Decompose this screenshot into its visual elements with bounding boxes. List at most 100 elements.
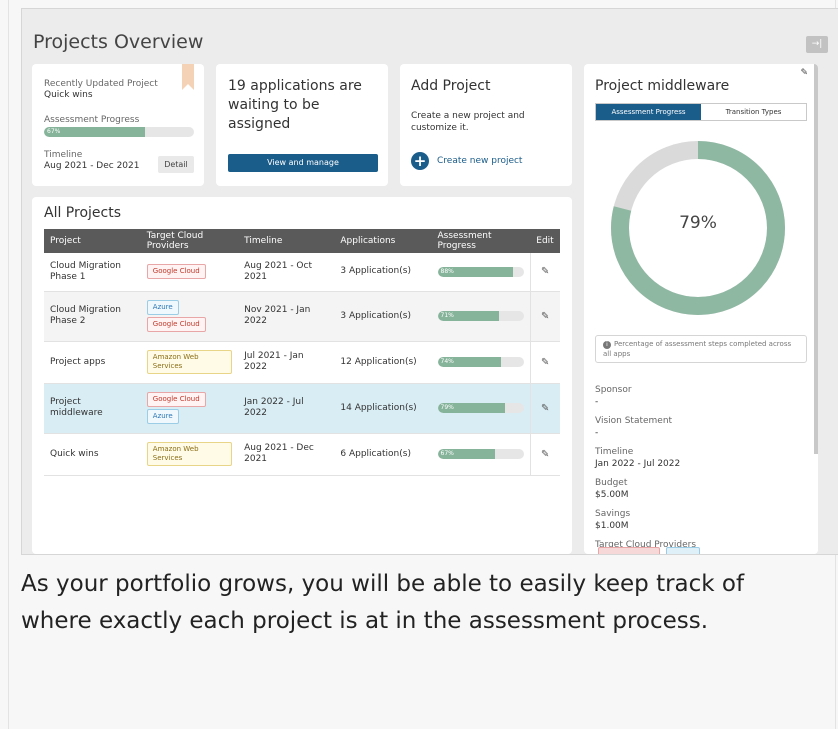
tutorial-caption: As your portfolio grows, you will be abl… [21, 571, 745, 634]
add-project-title: Add Project [411, 78, 491, 94]
providers-cell: Amazon Web Services [140, 341, 239, 384]
panel-scrollbar[interactable] [814, 64, 818, 454]
providers-cell: Google Cloud Azure [140, 383, 239, 434]
timeline-cell: Jul 2021 - Jan 2022 [238, 341, 335, 384]
savings-value: $1.00M [595, 521, 629, 531]
progress-bar: 67% [437, 449, 524, 459]
table-row[interactable]: Cloud Migration Phase 2 Azure Google Cloud… [44, 291, 560, 342]
plus-circle-icon: + [411, 152, 429, 170]
budget-label: Budget [595, 478, 628, 488]
project-name-cell: Cloud Migration Phase 2 [44, 291, 141, 342]
progress-fill: 74% [437, 357, 502, 367]
project-name-cell: Project middleware [44, 383, 141, 434]
providers-cell: Amazon Web Services [140, 433, 239, 476]
project-detail-panel: Project middleware ✎ Assessment Progress… [584, 64, 818, 554]
column-header-project[interactable]: Project [44, 229, 141, 253]
progress-cell: 88% [431, 253, 530, 292]
create-new-project-link[interactable]: + Create new project [411, 152, 522, 170]
progress-fill: 88% [437, 266, 514, 277]
table-row[interactable]: Project middleware Google Cloud Azure Jan 2… [44, 383, 560, 434]
column-header-providers[interactable]: Target Cloud Providers [141, 229, 238, 253]
progress-cell: 79% [431, 383, 530, 434]
provider-tag: Google Cloud [146, 317, 206, 332]
vision-value: - [595, 428, 599, 438]
progress-text: 74% [440, 358, 454, 365]
percentage-note-text: Percentage of assessment steps completed… [603, 340, 792, 358]
progress-text: 79% [440, 404, 454, 411]
table-header-row: Project Target Cloud Providers Timeline … [44, 229, 560, 253]
recent-progress-bar: 67% [44, 127, 194, 137]
edit-pencil-icon[interactable]: ✎ [529, 383, 560, 434]
recent-progress-fill: 67% [44, 127, 145, 137]
project-name-cell: Quick wins [44, 433, 141, 476]
all-projects-card: All Projects Project Target Cloud Provid… [32, 197, 572, 554]
applications-cell: 12 Application(s) [334, 341, 432, 384]
applications-cell: 14 Application(s) [334, 383, 432, 434]
progress-text: 67% [440, 450, 454, 457]
app-screenshot: Projects Overview →| Recently Updated Pr… [21, 8, 838, 555]
progress-bar: 88% [437, 266, 524, 277]
progress-fill: 79% [437, 403, 506, 413]
savings-label: Savings [595, 509, 631, 519]
table-row[interactable]: Quick wins Amazon Web Services Aug 2021 - … [44, 433, 560, 476]
detail-button[interactable]: Detail [158, 156, 194, 173]
tab-transition-types[interactable]: Transition Types [701, 104, 806, 120]
project-name-cell: Project apps [44, 341, 141, 384]
column-header-timeline[interactable]: Timeline [238, 229, 334, 253]
recent-timeline-label: Timeline [44, 150, 83, 160]
progress-cell: 74% [431, 341, 530, 384]
project-name-cell: Cloud Migration Phase 1 [44, 253, 141, 292]
applications-cell: 3 Application(s) [334, 253, 432, 292]
timeline-cell: Jan 2022 - Jul 2022 [238, 383, 335, 434]
edit-pencil-icon[interactable]: ✎ [529, 433, 560, 476]
edit-pencil-icon[interactable]: ✎ [529, 253, 560, 292]
donut-percent-text: 79% [679, 213, 717, 233]
providers-cell: Azure Google Cloud [140, 291, 239, 342]
edit-pencil-icon[interactable]: ✎ [529, 341, 560, 384]
recent-timeline-value: Aug 2021 - Dec 2021 [44, 161, 140, 171]
applications-cell: 3 Application(s) [334, 291, 432, 342]
provider-tag: Amazon Web Services [146, 350, 233, 374]
edit-pencil-icon[interactable]: ✎ [800, 68, 808, 78]
waiting-apps-card: 19 applications are waiting to be assign… [216, 64, 388, 186]
column-header-progress[interactable]: Assessment Progress [432, 229, 531, 253]
progress-text: 88% [440, 267, 454, 275]
provider-tag: Azure [146, 409, 179, 424]
recent-progress-text: 67% [47, 128, 61, 135]
provider-tag: Google Cloud [146, 264, 206, 280]
providers-cell: Google Cloud [140, 253, 239, 292]
provider-tag: Azure [146, 300, 179, 315]
column-header-edit: Edit [536, 236, 554, 246]
applications-cell: 6 Application(s) [334, 433, 432, 476]
timeline-value: Jan 2022 - Jul 2022 [595, 459, 681, 469]
recent-project-name: Quick wins [44, 90, 93, 100]
tab-assessment-progress[interactable]: Assessment Progress [596, 104, 701, 120]
provider-tag: Amazon Web Services [146, 442, 233, 466]
create-new-project-label: Create new project [437, 156, 523, 166]
view-and-manage-button[interactable]: View and manage [228, 154, 378, 172]
provider-tag-google-cloud [598, 547, 660, 554]
collapse-panel-icon[interactable]: →| [806, 36, 828, 53]
progress-fill: 71% [437, 311, 499, 321]
recent-project-label: Recently Updated Project [44, 79, 158, 89]
table-row[interactable]: Project apps Amazon Web Services Jul 2021 … [44, 341, 560, 384]
recent-timeline: Timeline Aug 2021 - Dec 2021 [44, 150, 140, 172]
add-project-card: Add Project Create a new project and cus… [400, 64, 572, 186]
provider-tag-azure [666, 547, 700, 554]
detail-tabs: Assessment Progress Transition Types [595, 103, 807, 121]
progress-cell: 67% [431, 433, 530, 476]
vision-label: Vision Statement [595, 416, 673, 426]
table-row[interactable]: Cloud Migration Phase 1 Google Cloud Aug 2… [44, 253, 560, 292]
progress-bar: 74% [437, 357, 524, 367]
recent-project-info: Recently Updated Project Quick wins [44, 79, 158, 101]
recent-project-card: Recently Updated Project Quick wins Asse… [32, 64, 204, 186]
percentage-note: i Percentage of assessment steps complete… [595, 335, 807, 363]
progress-fill: 67% [437, 449, 496, 459]
info-icon: i [603, 341, 611, 349]
detail-panel-title: Project middleware [595, 78, 730, 94]
timeline-cell: Aug 2021 - Dec 2021 [238, 433, 335, 476]
edit-pencil-icon[interactable]: ✎ [529, 291, 560, 342]
column-header-applications[interactable]: Applications [334, 229, 431, 253]
sponsor-value: - [595, 397, 599, 407]
progress-text: 71% [440, 312, 454, 319]
